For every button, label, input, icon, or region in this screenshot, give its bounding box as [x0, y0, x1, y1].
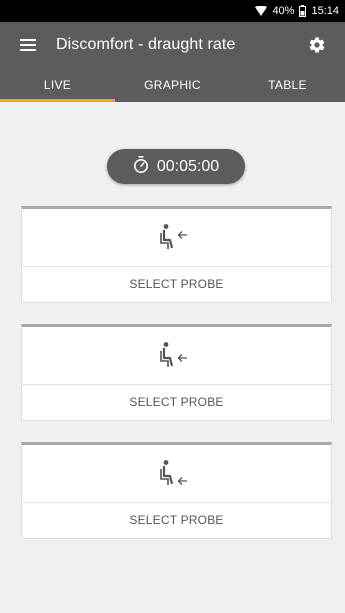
- battery-icon: [299, 5, 307, 17]
- stopwatch-icon: [133, 155, 149, 178]
- toolbar: Discomfort - draught rate: [0, 22, 345, 68]
- timer-button[interactable]: 00:05:00: [107, 149, 245, 184]
- battery-level: 40%: [272, 5, 295, 17]
- page-title: Discomfort - draught rate: [56, 36, 236, 53]
- select-probe-label: SELECT PROBE: [129, 513, 224, 527]
- wifi-icon: [255, 6, 268, 16]
- seated-person-arrow-icon: [22, 209, 331, 267]
- app-bar: Discomfort - draught rate LIVE GRAPHIC T…: [0, 22, 345, 102]
- tab-bar: LIVE GRAPHIC TABLE: [0, 68, 345, 102]
- tab-live[interactable]: LIVE: [0, 68, 115, 102]
- probe-card-2[interactable]: SELECT PROBE: [21, 324, 332, 421]
- status-bar: 40% 15:14: [0, 0, 345, 22]
- menu-icon[interactable]: [16, 33, 40, 57]
- select-probe-label: SELECT PROBE: [129, 277, 224, 291]
- tab-graphic[interactable]: GRAPHIC: [115, 68, 230, 102]
- gear-icon[interactable]: [305, 33, 329, 57]
- select-probe-label: SELECT PROBE: [129, 395, 224, 409]
- seated-person-arrow-icon: [22, 445, 331, 503]
- probe-card-1[interactable]: SELECT PROBE: [21, 206, 332, 303]
- seated-person-arrow-icon: [22, 327, 331, 385]
- tab-table[interactable]: TABLE: [230, 68, 345, 102]
- clock: 15:14: [311, 5, 339, 17]
- timer-value: 00:05:00: [156, 157, 220, 175]
- probe-card-3[interactable]: SELECT PROBE: [21, 442, 332, 539]
